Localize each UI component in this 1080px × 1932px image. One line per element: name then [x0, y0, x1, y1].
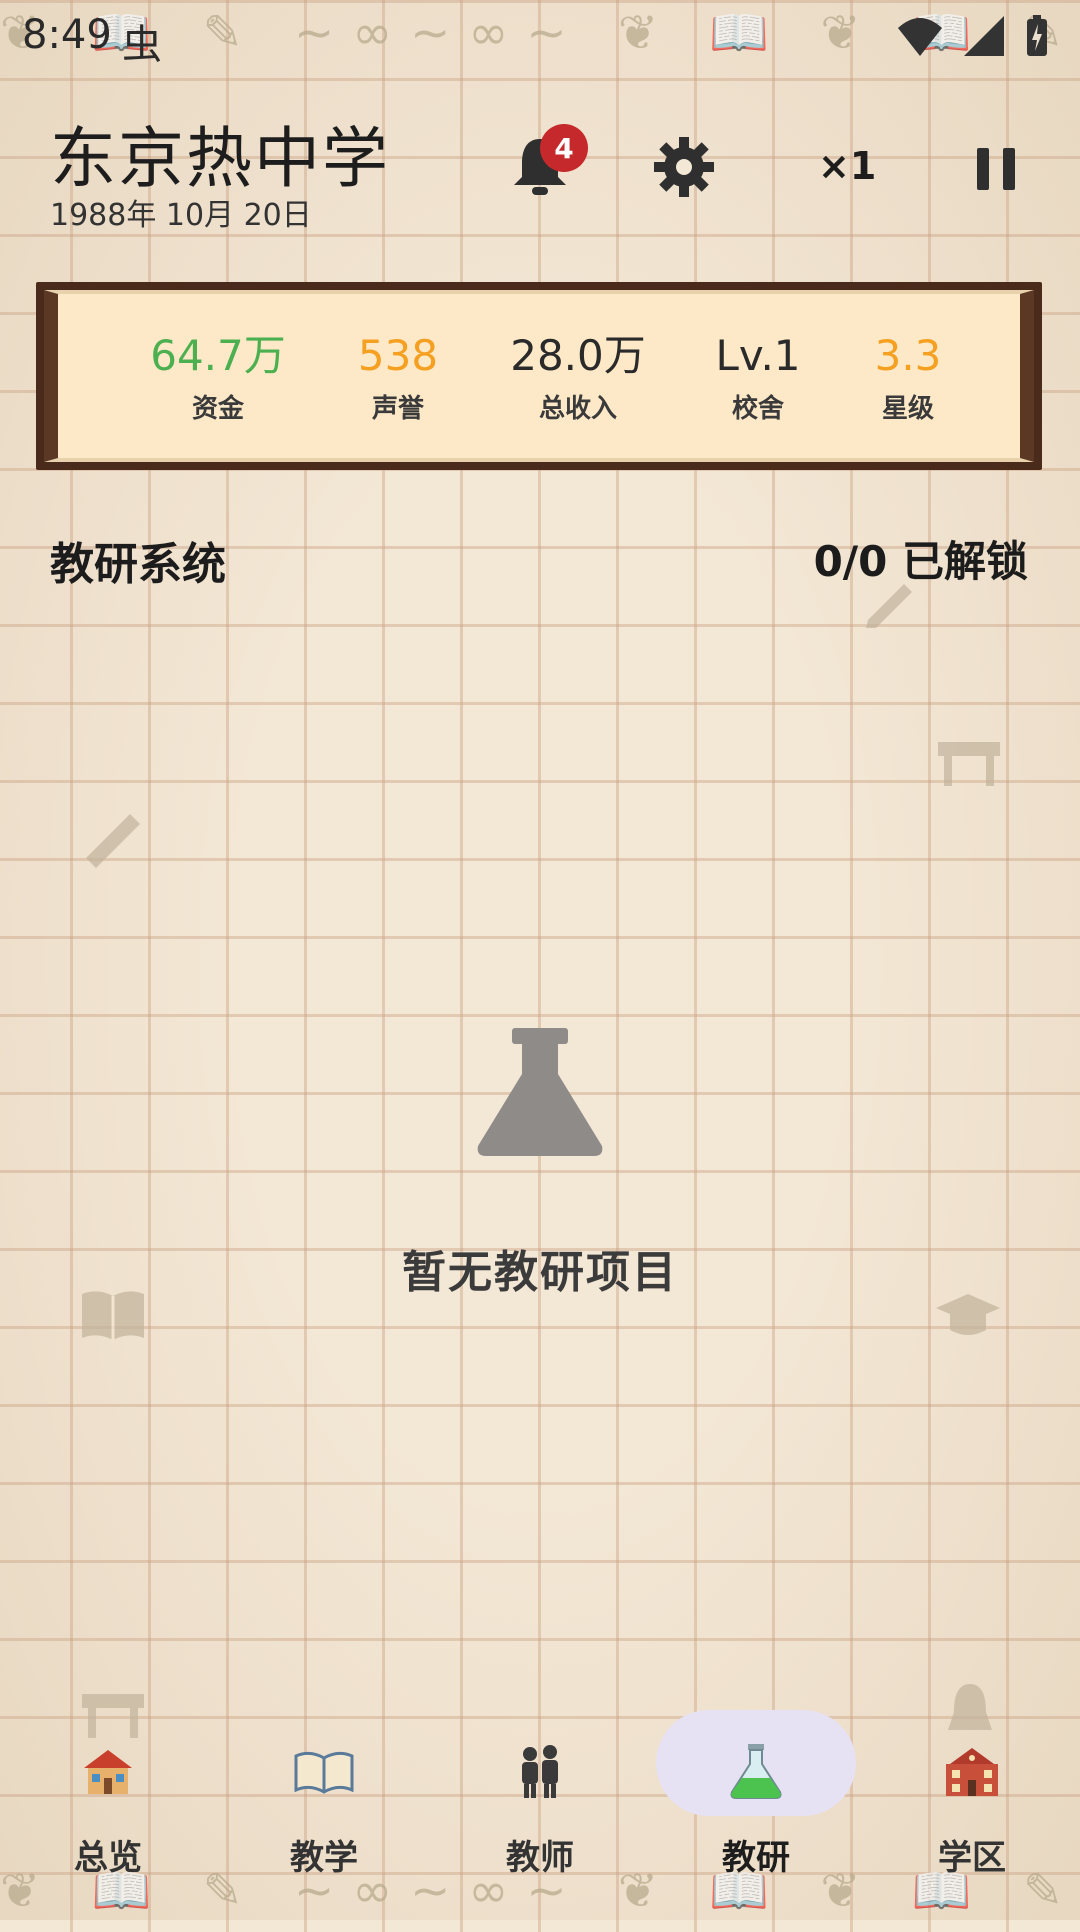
- nav-item-teachers[interactable]: 教师: [432, 1700, 648, 1878]
- game-date: 1988年 10月 20日: [50, 198, 312, 233]
- stat-label: 校舍: [731, 394, 784, 424]
- stat-value: 3.3: [874, 331, 942, 380]
- game-speed-button[interactable]: ×1: [818, 144, 876, 188]
- stats-panel: 64.7万 资金 538 声誉 28.0万 总收入 Lv.1 校舍 3.3 星级: [36, 282, 1042, 470]
- stat-school-level: Lv.1 校舍: [698, 330, 818, 425]
- bug-icon: 虫: [122, 22, 162, 68]
- system-status-icons: [896, 14, 1050, 58]
- stat-label: 声誉: [371, 394, 424, 424]
- stat-funds: 64.7万 资金: [142, 330, 294, 425]
- nav-item-teaching[interactable]: 教学: [216, 1700, 432, 1878]
- signal-icon: [964, 16, 1004, 56]
- school-house-icon: [84, 1750, 132, 1794]
- pencil-doodle-icon: [866, 584, 912, 628]
- nav-item-district[interactable]: 学区: [864, 1700, 1080, 1878]
- settings-gear-icon[interactable]: [652, 135, 716, 199]
- pause-icon[interactable]: [975, 146, 1017, 192]
- book-icon: [294, 1751, 354, 1794]
- flask-icon: [477, 1028, 603, 1156]
- wifi-icon: [898, 18, 942, 56]
- status-time: 8:49: [22, 12, 112, 58]
- battery-icon: [1027, 15, 1047, 56]
- teachers-icon: [522, 1745, 558, 1798]
- stat-star-rating: 3.3 星级: [848, 330, 968, 425]
- stat-value: 28.0万: [510, 331, 646, 380]
- bottom-navigation: 总览 教学 教师 教研 学区: [0, 1700, 1080, 1878]
- stat-label: 星级: [881, 394, 934, 424]
- nav-label: 总览: [74, 1838, 142, 1878]
- unlock-status: 0/0 已解锁: [813, 537, 1028, 586]
- nav-label: 学区: [938, 1838, 1006, 1878]
- school-name: 东京热中学: [50, 120, 390, 197]
- nav-item-research[interactable]: 教研: [648, 1700, 864, 1878]
- stats-panel-inner: 64.7万 资金 538 声誉 28.0万 总收入 Lv.1 校舍 3.3 星级: [44, 290, 1034, 462]
- status-bar: 8:49 虫: [0, 0, 1080, 80]
- nav-label: 教师: [506, 1838, 574, 1878]
- section-title: 教研系统: [50, 539, 226, 590]
- nav-label: 教研: [722, 1838, 790, 1878]
- desk-doodle-icon: [938, 742, 1000, 786]
- stat-value: 538: [357, 331, 439, 380]
- nav-label: 教学: [290, 1838, 358, 1878]
- stat-total-income: 28.0万 总收入: [498, 330, 658, 425]
- school-building-icon: [946, 1748, 998, 1796]
- ruler-doodle-icon: [86, 814, 140, 868]
- stat-value: Lv.1: [715, 331, 801, 380]
- empty-state-text: 暂无教研项目: [402, 1247, 678, 1298]
- notification-badge: 4: [540, 124, 588, 172]
- nav-item-overview[interactable]: 总览: [0, 1700, 216, 1878]
- stat-value: 64.7万: [150, 331, 286, 380]
- stat-label: 资金: [191, 394, 244, 424]
- flask-icon: [730, 1744, 782, 1799]
- stat-label: 总收入: [538, 394, 617, 424]
- stat-reputation: 538 声誉: [338, 330, 458, 425]
